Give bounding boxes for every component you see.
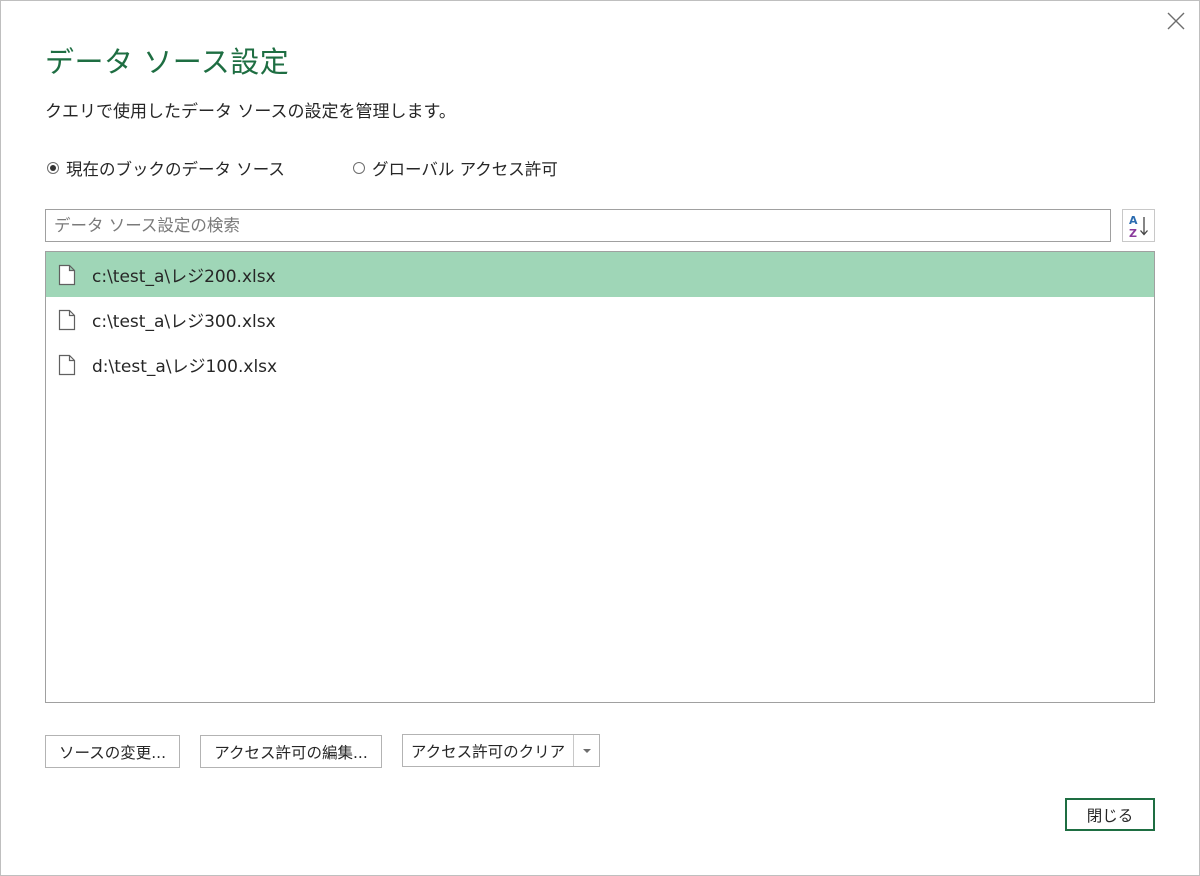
dialog-description: クエリで使用したデータ ソースの設定を管理します。	[45, 102, 456, 122]
search-input[interactable]	[46, 210, 1110, 241]
clear-permissions-dropdown[interactable]	[574, 735, 599, 766]
radio-checked-icon	[47, 162, 59, 174]
list-item-label: c:\test_a\レジ200.xlsx	[92, 267, 276, 287]
clear-permissions-split-button: アクセス許可のクリア	[402, 734, 600, 767]
close-button[interactable]	[1161, 7, 1191, 35]
svg-text:Z: Z	[1129, 227, 1137, 239]
dialog-title: データ ソース設定	[45, 45, 290, 79]
search-field[interactable]	[45, 209, 1111, 242]
radio-global-permissions[interactable]: グローバル アクセス許可	[353, 156, 558, 180]
chevron-down-icon	[582, 748, 591, 753]
clear-permissions-button[interactable]: アクセス許可のクリア	[403, 735, 573, 766]
radio-unchecked-icon	[353, 162, 365, 174]
change-source-button[interactable]: ソースの変更...	[45, 735, 180, 768]
sort-az-icon: A Z	[1129, 214, 1148, 239]
list-item[interactable]: c:\test_a\レジ300.xlsx	[46, 297, 1154, 342]
data-source-settings-dialog: データ ソース設定 クエリで使用したデータ ソースの設定を管理します。 現在のブ…	[0, 0, 1200, 876]
sort-button[interactable]: A Z	[1122, 209, 1155, 242]
list-item[interactable]: d:\test_a\レジ100.xlsx	[46, 342, 1154, 387]
close-dialog-button[interactable]: 閉じる	[1065, 798, 1155, 831]
data-source-list: c:\test_a\レジ200.xlsx c:\test_a\レジ300.xls…	[45, 251, 1155, 703]
radio-current-workbook[interactable]: 現在のブックのデータ ソース	[47, 156, 285, 180]
edit-permissions-button[interactable]: アクセス許可の編集...	[200, 735, 382, 768]
svg-text:A: A	[1129, 214, 1138, 227]
list-item-label: d:\test_a\レジ100.xlsx	[92, 357, 278, 377]
close-icon	[1167, 12, 1185, 30]
file-icon	[58, 354, 76, 375]
radio-current-workbook-label: 現在のブックのデータ ソース	[66, 160, 285, 179]
file-icon	[58, 264, 76, 285]
list-item-label: c:\test_a\レジ300.xlsx	[92, 312, 276, 332]
file-icon	[58, 309, 76, 330]
radio-global-permissions-label: グローバル アクセス許可	[372, 160, 558, 179]
list-item[interactable]: c:\test_a\レジ200.xlsx	[46, 252, 1154, 297]
